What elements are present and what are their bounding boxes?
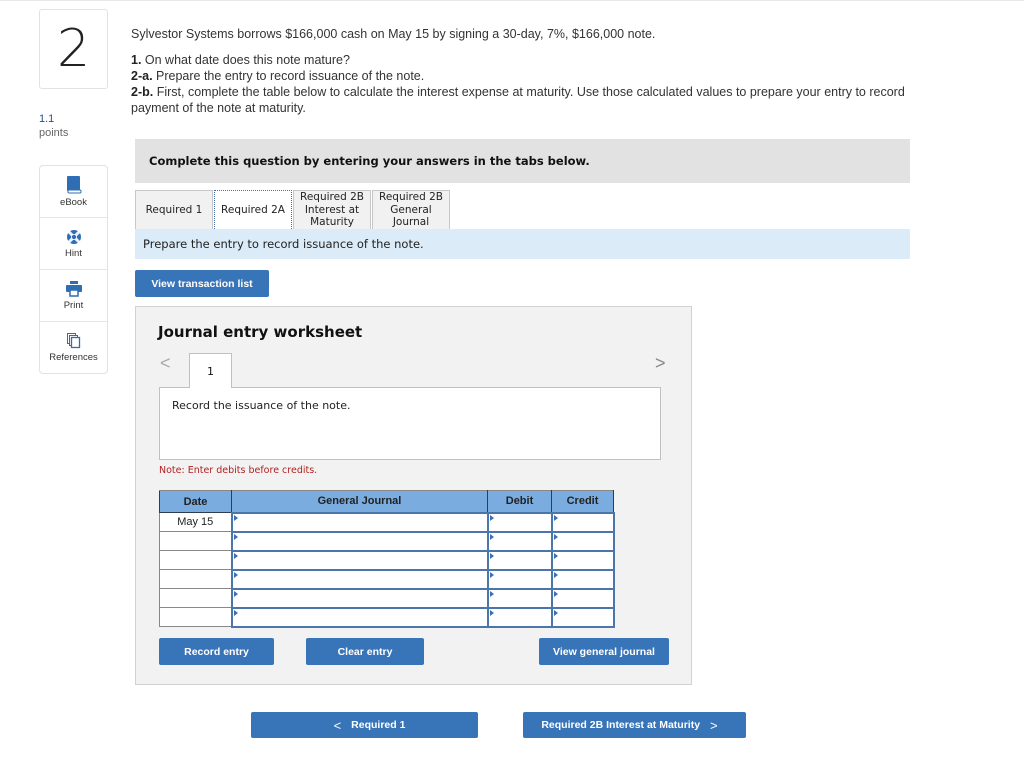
- clear-entry-button[interactable]: Clear entry: [306, 638, 424, 665]
- question-intro: Sylvestor Systems borrows $166,000 cash …: [131, 27, 656, 41]
- view-general-journal-button[interactable]: View general journal: [539, 638, 669, 665]
- credit-input[interactable]: [550, 511, 615, 533]
- view-transaction-list-button[interactable]: View transaction list: [135, 270, 269, 297]
- account-input[interactable]: [230, 606, 489, 628]
- print-button[interactable]: Print: [40, 270, 107, 322]
- question-text: Sylvestor Systems borrows $166,000 cash …: [131, 26, 921, 116]
- points-label: points: [39, 127, 69, 139]
- credit-input[interactable]: [550, 549, 615, 571]
- journal-entry-worksheet: Journal entry worksheet < 1 > Record the…: [135, 306, 692, 685]
- table-row: [159, 568, 615, 590]
- account-input[interactable]: [230, 530, 489, 552]
- chevron-left-icon: <: [333, 717, 342, 733]
- account-input[interactable]: [230, 549, 489, 571]
- debits-note: Note: Enter debits before credits.: [159, 465, 318, 476]
- references-button[interactable]: References: [40, 322, 107, 374]
- date-cell: [159, 588, 232, 608]
- col-general-journal: General Journal: [231, 490, 488, 513]
- debit-input[interactable]: [486, 530, 553, 552]
- chevron-left-icon[interactable]: <: [160, 353, 171, 374]
- record-entry-button[interactable]: Record entry: [159, 638, 274, 665]
- next-required-label: Required 2B Interest at Maturity: [541, 719, 701, 731]
- tab-instruction: Prepare the entry to record issuance of …: [135, 229, 910, 259]
- account-input[interactable]: [230, 511, 489, 533]
- ebook-label: eBook: [60, 196, 87, 208]
- printer-icon: [65, 280, 82, 297]
- col-credit: Credit: [551, 490, 614, 513]
- tab-required-2a[interactable]: Required 2A: [214, 190, 292, 229]
- prev-required-label: Required 1: [351, 719, 406, 731]
- hint-label: Hint: [65, 247, 82, 259]
- worksheet-title: Journal entry worksheet: [158, 323, 363, 341]
- question-part-1: 1. On what date does this note mature?: [131, 53, 350, 67]
- instructions-banner: Complete this question by entering your …: [135, 139, 910, 183]
- col-debit: Debit: [487, 490, 552, 513]
- entry-description: Record the issuance of the note.: [159, 387, 661, 460]
- chevron-right-icon: >: [710, 717, 718, 733]
- print-label: Print: [63, 299, 84, 311]
- next-required-button[interactable]: Required 2B Interest at Maturity >: [523, 712, 746, 738]
- points-value: 1.1: [39, 113, 55, 125]
- chevron-right-icon[interactable]: >: [655, 353, 666, 374]
- top-divider: [0, 0, 1024, 1]
- debit-input[interactable]: [486, 568, 553, 590]
- question-part-2b: 2-b. First, complete the table below to …: [131, 85, 905, 115]
- credit-input[interactable]: [550, 568, 615, 590]
- date-cell: May 15: [159, 512, 232, 532]
- debit-input[interactable]: [486, 549, 553, 571]
- credit-input[interactable]: [550, 587, 615, 609]
- journal-table: Date General Journal Debit Credit May 15: [159, 490, 615, 628]
- documents-icon: [66, 333, 81, 349]
- question-number: 2: [39, 9, 108, 89]
- col-date: Date: [159, 490, 232, 513]
- journal-header-row: Date General Journal Debit Credit: [159, 490, 614, 513]
- date-cell: [159, 531, 232, 551]
- question-part-2a: 2-a. Prepare the entry to record issuanc…: [131, 69, 425, 83]
- table-row: [159, 587, 615, 609]
- prev-required-button[interactable]: < Required 1: [251, 712, 478, 738]
- credit-input[interactable]: [550, 606, 615, 628]
- tab-required-2b-interest[interactable]: Required 2B Interest at Maturity: [293, 190, 371, 229]
- debit-input[interactable]: [486, 606, 553, 628]
- table-row: May 15: [159, 511, 615, 533]
- credit-input[interactable]: [550, 530, 615, 552]
- date-cell: [159, 550, 232, 570]
- tab-required-1[interactable]: Required 1: [135, 190, 213, 229]
- date-cell: [159, 607, 232, 627]
- debit-input[interactable]: [486, 511, 553, 533]
- requirement-tabs: Required 1 Required 2A Required 2B Inter…: [135, 190, 451, 229]
- lifebuoy-icon: [66, 229, 82, 245]
- table-row: [159, 530, 615, 552]
- date-cell: [159, 569, 232, 589]
- table-row: [159, 549, 615, 571]
- entry-tab-1[interactable]: 1: [189, 353, 232, 388]
- hint-button[interactable]: Hint: [40, 218, 107, 270]
- tools-panel: eBook Hint Print References: [39, 165, 108, 374]
- book-icon: [66, 175, 82, 194]
- account-input[interactable]: [230, 587, 489, 609]
- debit-input[interactable]: [486, 587, 553, 609]
- tab-required-2b-journal[interactable]: Required 2B General Journal: [372, 190, 450, 229]
- ebook-button[interactable]: eBook: [40, 166, 107, 218]
- references-label: References: [49, 352, 98, 363]
- table-row: [159, 606, 615, 628]
- account-input[interactable]: [230, 568, 489, 590]
